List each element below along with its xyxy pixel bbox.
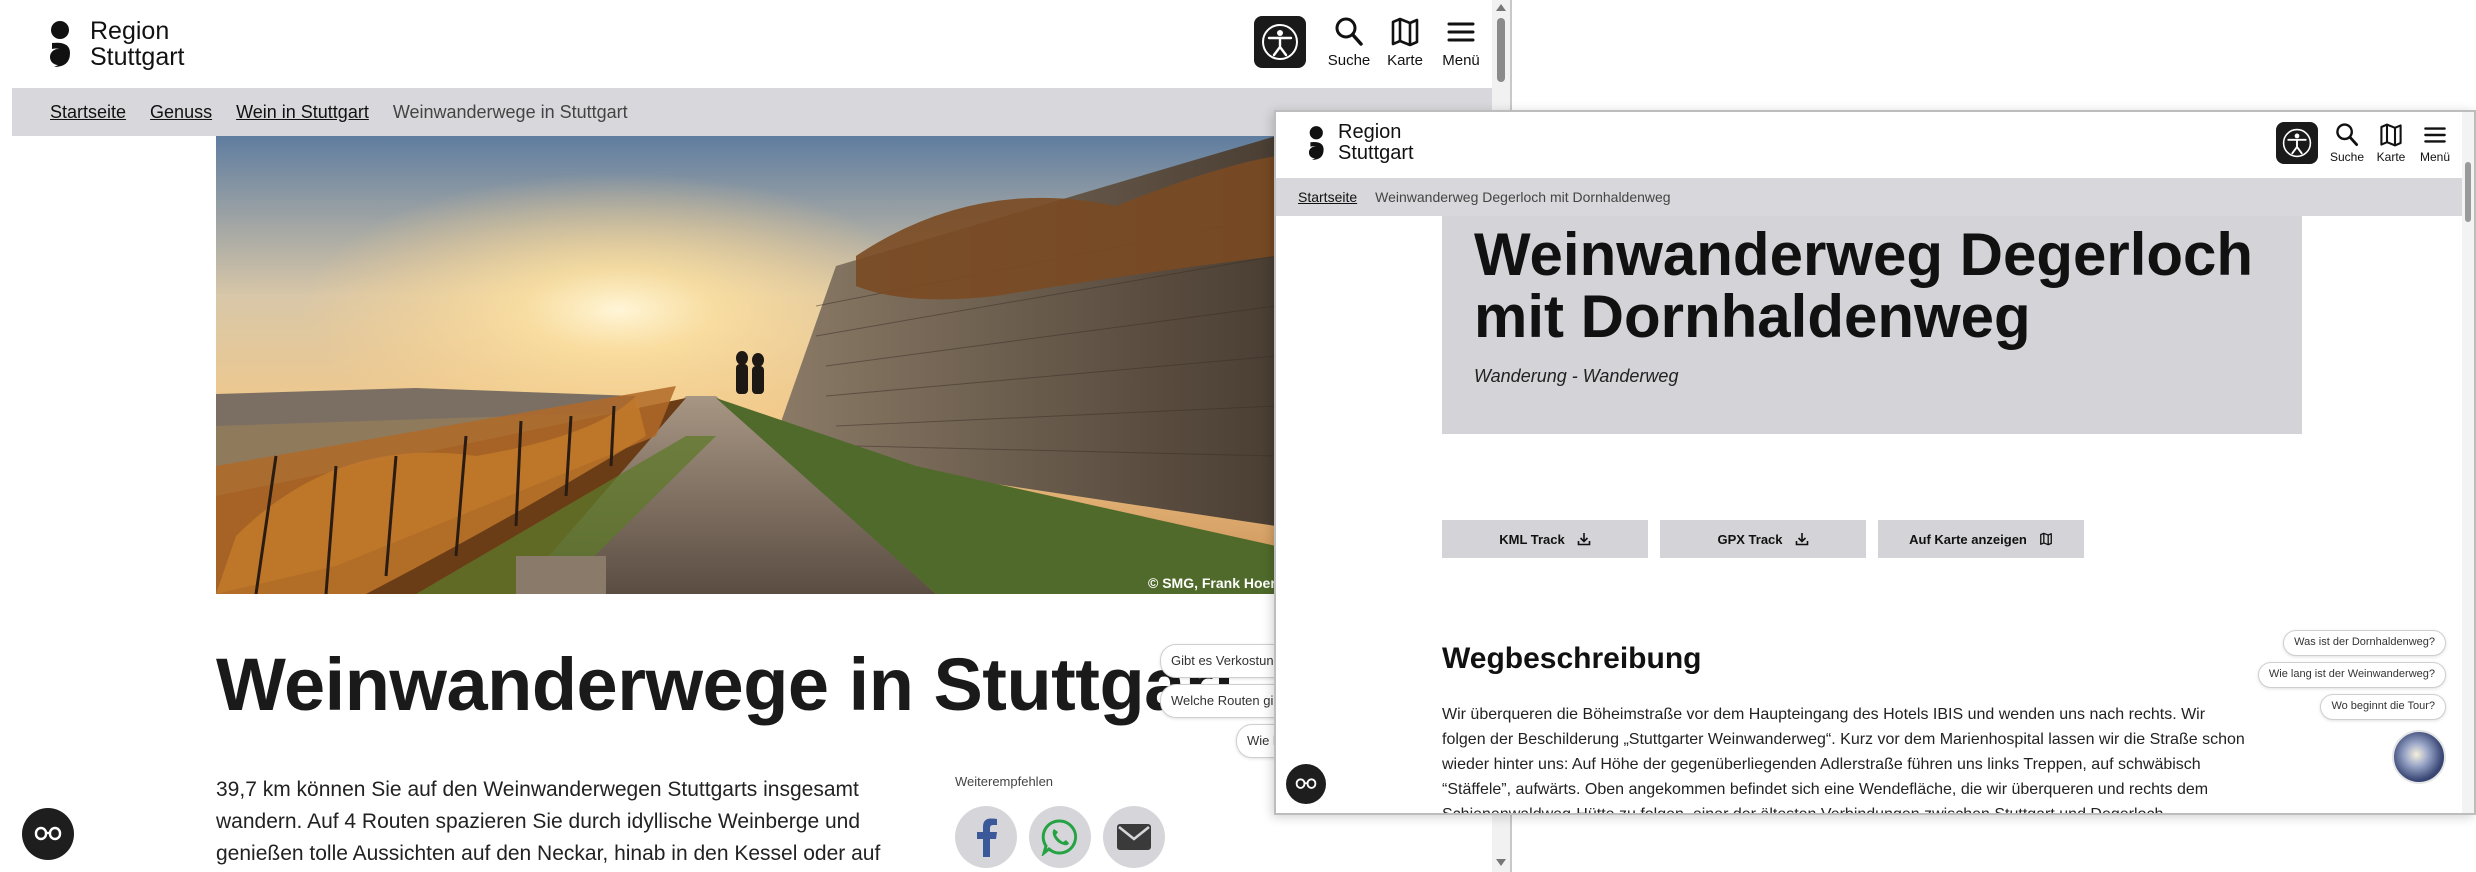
map-icon: [1391, 17, 1419, 47]
title-box: Weinwanderweg Degerloch mit Dornhaldenwe…: [1442, 216, 2302, 434]
page-title: Weinwanderwege in Stuttgart: [216, 643, 1238, 726]
accessibility-button[interactable]: [2276, 122, 2318, 164]
logo-line-1: Region: [90, 17, 170, 45]
show-on-map-label: Auf Karte anzeigen: [1909, 531, 2027, 547]
share-facebook-button[interactable]: [955, 806, 1017, 868]
logo-line-1: Region: [1338, 121, 1402, 143]
share-buttons: [955, 806, 1165, 868]
breadcrumb: Startseite Genuss Wein in Stuttgart Wein…: [12, 88, 1492, 136]
intro-line: wandern. Auf 4 Routen spazieren Sie durc…: [216, 810, 861, 833]
header-icon-bar: Suche Karte Menü: [2276, 122, 2452, 164]
vineyard-sunset-photo: © SMG, Frank Hoerner: [216, 136, 1276, 594]
share-mail-button[interactable]: [1103, 806, 1165, 868]
map-label: Karte: [1387, 52, 1423, 69]
title-line-2: mit Dornhaldenweg: [1474, 283, 2031, 350]
page-scrollbar[interactable]: [2462, 112, 2474, 813]
description-line: “Stäffele”, aufwärts. Oben angekommen be…: [1442, 781, 2209, 798]
search-label: Suche: [2329, 150, 2365, 164]
kml-track-label: KML Track: [1499, 531, 1565, 547]
scrollbar-thumb[interactable]: [2465, 162, 2471, 222]
menu-button[interactable]: Menü: [2418, 122, 2452, 164]
chat-open-button[interactable]: [22, 808, 74, 860]
chat-suggestion[interactable]: Wo beginnt die Tour?: [2320, 694, 2446, 720]
scroll-down-arrow-icon[interactable]: [1496, 859, 1506, 866]
map-button[interactable]: Karte: [2374, 122, 2408, 164]
accessibility-icon: [2282, 128, 2312, 158]
hero-image: © SMG, Frank Hoerner: [216, 136, 1276, 594]
title-line-1: Weinwanderweg Degerloch: [1474, 221, 2254, 288]
search-button[interactable]: Suche: [1328, 16, 1370, 69]
breadcrumb-startseite[interactable]: Startseite: [1298, 189, 1357, 205]
gpx-track-button[interactable]: GPX Track: [1660, 520, 1866, 558]
site-header: Region Stuttgart Suche Karte Menü: [0, 0, 1510, 88]
search-button[interactable]: Suche: [2330, 122, 2364, 164]
breadcrumb-current: Weinwanderwege in Stuttgart: [392, 101, 628, 122]
region-stuttgart-logo[interactable]: Region Stuttgart: [1306, 122, 1414, 164]
breadcrumb-wein-in-stuttgart[interactable]: Wein in Stuttgart: [236, 102, 369, 123]
description-line: Wir überqueren die Böheimstraße vor dem …: [1442, 706, 2206, 723]
download-icon: [1795, 533, 1808, 546]
gpx-track-label: GPX Track: [1717, 531, 1783, 547]
chat-suggestion[interactable]: Wie lang ist der Weinwanderweg?: [2257, 662, 2446, 688]
hero-credit: © SMG, Frank Hoerner: [1148, 575, 1276, 591]
search-icon: [2336, 123, 2358, 146]
breadcrumb: Startseite Weinwanderweg Degerloch mit D…: [1276, 178, 2462, 216]
menu-label: Menü: [2419, 150, 2451, 164]
header-icon-bar: Suche Karte Menü: [1254, 16, 1482, 69]
scrollbar-thumb[interactable]: [1497, 18, 1505, 82]
route-description: Wir überqueren die Böheimstraße vor dem …: [1442, 702, 2322, 815]
chat-glasses-icon: [1295, 778, 1317, 789]
menu-label: Menü: [1442, 52, 1480, 69]
scroll-up-arrow-icon[interactable]: [1496, 4, 1506, 11]
site-header: Region Stuttgart Suche Karte Menü: [1276, 112, 2474, 178]
breadcrumb-genuss[interactable]: Genuss: [150, 102, 212, 123]
logo-line-2: Stuttgart: [1338, 142, 1414, 164]
show-on-map-button[interactable]: Auf Karte anzeigen: [1878, 520, 2084, 558]
kml-track-button[interactable]: KML Track: [1442, 520, 1648, 558]
map-button[interactable]: Karte: [1384, 16, 1426, 69]
facebook-icon: [977, 818, 997, 857]
browser-window-degerloch: Region Stuttgart Suche Karte Menü Starts…: [1274, 110, 2476, 815]
page-subtitle: Wanderung - Wanderweg: [1474, 366, 1679, 386]
search-icon: [1335, 17, 1363, 46]
intro-line: genießen tolle Aussichten auf den Neckar…: [216, 842, 881, 865]
chat-suggestion[interactable]: Was ist der Dornhaldenweg?: [2283, 630, 2446, 656]
description-line: Schienenwaldweg-Hütte zu folgen, einer d…: [1442, 806, 2164, 815]
share-label: Weiterempfehlen: [955, 774, 1054, 789]
share-whatsapp-button[interactable]: [1029, 806, 1091, 868]
accessibility-button[interactable]: [1254, 16, 1306, 68]
search-label: Suche: [1327, 52, 1371, 69]
chat-glasses-icon: [34, 826, 62, 841]
breadcrumb-startseite[interactable]: Startseite: [50, 102, 126, 123]
download-icon: [1577, 533, 1591, 546]
chat-open-button[interactable]: [1286, 764, 1326, 804]
breadcrumb-current: Weinwanderweg Degerloch mit Dornhaldenwe…: [1375, 189, 1671, 205]
menu-button[interactable]: Menü: [1440, 16, 1482, 69]
map-icon: [2380, 123, 2402, 147]
map-label: Karte: [2376, 150, 2406, 164]
intro-text: 39,7 km können Sie auf den Weinwanderweg…: [216, 774, 880, 870]
map-icon: [2039, 532, 2052, 546]
section-title: Wegbeschreibung: [1442, 642, 1702, 675]
description-line: wieder hinter uns: Auf Höhe der gegenübe…: [1442, 756, 2201, 773]
page-title: Weinwanderweg Degerloch mit Dornhaldenwe…: [1474, 224, 2253, 348]
mail-icon: [1117, 824, 1151, 850]
description-line: folgen der Beschilderung „Stuttgarter We…: [1442, 731, 2245, 748]
region-stuttgart-logo[interactable]: Region Stuttgart: [46, 18, 185, 71]
logo-mark-icon: [1308, 126, 1324, 160]
logo-mark-icon: [50, 21, 70, 68]
logo-line-2: Stuttgart: [90, 43, 185, 72]
whatsapp-icon: [1041, 819, 1078, 856]
hamburger-menu-icon: [1447, 22, 1475, 42]
hamburger-menu-icon: [2424, 127, 2446, 143]
intro-line: 39,7 km können Sie auf den Weinwanderweg…: [216, 778, 859, 801]
accessibility-icon: [1262, 24, 1298, 60]
chat-assistant-avatar[interactable]: [2392, 730, 2446, 784]
